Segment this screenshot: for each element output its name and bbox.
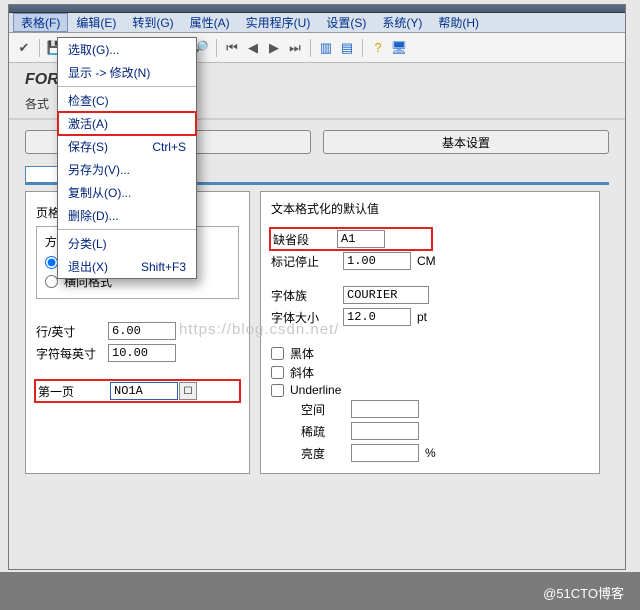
input-defpara[interactable]	[337, 230, 385, 248]
input-fontsize[interactable]	[343, 308, 411, 326]
menu-help[interactable]: 帮助(H)	[430, 14, 487, 31]
panel-text-defaults: 文本格式化的默认值 缺省段 标记停止 CM 字体族 字体大小 pt	[260, 191, 600, 474]
menu-delete[interactable]: 删除(D)...	[58, 204, 196, 227]
button-basic-settings[interactable]: 基本设置	[323, 130, 609, 154]
menu-edit[interactable]: 编辑(E)	[68, 14, 124, 31]
valuehelp-firstpage[interactable]: ☐	[179, 382, 197, 400]
unit-pct: %	[425, 446, 436, 460]
layout2-icon[interactable]: ▤	[338, 39, 356, 57]
prev-icon[interactable]: ◀	[244, 39, 262, 57]
menu-copyfrom[interactable]: 复制从(O)...	[58, 181, 196, 204]
label-bright: 亮度	[301, 445, 351, 462]
label-textdefaults: 文本格式化的默认值	[271, 200, 589, 217]
label-underline: Underline	[290, 383, 341, 397]
label-italic: 斜体	[290, 364, 314, 381]
check-icon[interactable]: ✔	[15, 39, 33, 57]
label-defpara: 缺省段	[273, 231, 337, 248]
input-fontfam[interactable]	[343, 286, 429, 304]
label-bold: 黑体	[290, 345, 314, 362]
menu-goto[interactable]: 转到(G)	[124, 14, 181, 31]
menu-file[interactable]: 表格(F)	[13, 13, 68, 32]
label-sparse: 稀疏	[301, 423, 351, 440]
footer-tag: @51CTO博客	[535, 581, 632, 604]
label-firstpage: 第一页	[38, 383, 110, 400]
menu-system[interactable]: 系统(Y)	[374, 14, 430, 31]
input-tabstop[interactable]	[343, 252, 411, 270]
label-fontsize: 字体大小	[271, 309, 343, 326]
input-space[interactable]	[351, 400, 419, 418]
label-space: 空间	[301, 401, 351, 418]
next-icon[interactable]: ▶	[265, 39, 283, 57]
unit-tabstop: CM	[417, 254, 436, 268]
menu-classify[interactable]: 分类(L)	[58, 232, 196, 255]
shortcut-exit: Shift+F3	[141, 260, 186, 274]
check-bold[interactable]	[271, 347, 284, 360]
title-bar	[9, 5, 625, 13]
first-icon[interactable]: ⏮	[223, 39, 241, 57]
session-icon[interactable]: 🖥	[390, 39, 408, 57]
unit-fontsize: pt	[417, 310, 427, 324]
menu-settings[interactable]: 设置(S)	[318, 14, 374, 31]
sub-pageformat[interactable]: 各式	[25, 95, 49, 112]
menu-save[interactable]: 保存(S)Ctrl+S	[58, 135, 196, 158]
menubar: 表格(F) 编辑(E) 转到(G) 属性(A) 实用程序(U) 设置(S) 系统…	[9, 13, 625, 33]
menu-saveas[interactable]: 另存为(V)...	[58, 158, 196, 181]
check-italic[interactable]	[271, 366, 284, 379]
input-lpi[interactable]	[108, 322, 176, 340]
label-fontfam: 字体族	[271, 287, 343, 304]
shortcut-save: Ctrl+S	[152, 140, 186, 154]
label-cpi: 字符每英寸	[36, 345, 108, 362]
help-icon[interactable]: ?	[369, 39, 387, 57]
label-lpi: 行/英寸	[36, 323, 108, 340]
label-tabstop: 标记停止	[271, 253, 343, 270]
input-firstpage[interactable]	[110, 382, 178, 400]
menu-exit[interactable]: 退出(X)Shift+F3	[58, 255, 196, 278]
menu-check[interactable]: 检查(C)	[58, 89, 196, 112]
last-icon[interactable]: ⏭	[286, 39, 304, 57]
input-sparse[interactable]	[351, 422, 419, 440]
input-bright[interactable]	[351, 444, 419, 462]
menu-util[interactable]: 实用程序(U)	[238, 14, 319, 31]
layout1-icon[interactable]: ▥	[317, 39, 335, 57]
menu-select[interactable]: 选取(G)...	[58, 38, 196, 61]
menu-file-dropdown: 选取(G)... 显示 -> 修改(N) 检查(C) 激活(A) 保存(S)Ct…	[57, 37, 197, 279]
check-underline[interactable]	[271, 384, 284, 397]
menu-attr[interactable]: 属性(A)	[182, 14, 238, 31]
menu-activate[interactable]: 激活(A)	[58, 112, 196, 135]
input-cpi[interactable]	[108, 344, 176, 362]
menu-display-change[interactable]: 显示 -> 修改(N)	[58, 61, 196, 84]
